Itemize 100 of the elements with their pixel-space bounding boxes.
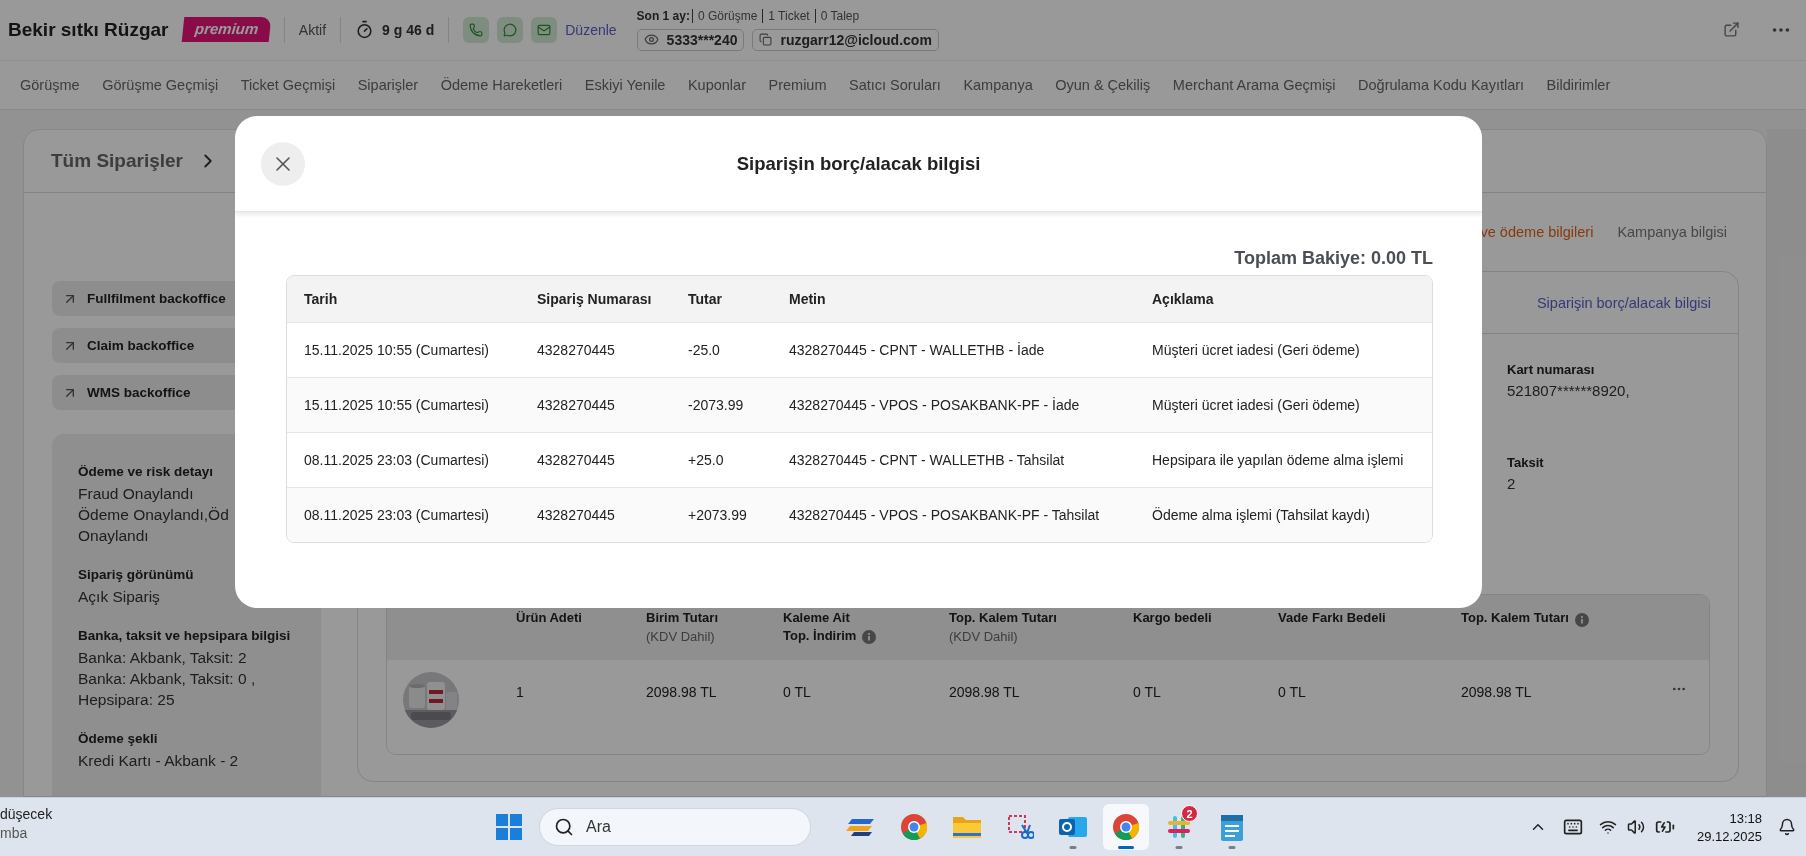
nav-tab[interactable]: Ticket Geçmişi	[240, 76, 336, 93]
search-icon	[554, 817, 574, 837]
table-cell-text: 0 TL	[1278, 683, 1307, 700]
table-cell-text: 2098.98 TL	[1461, 683, 1533, 700]
nav-tab[interactable]: Kampanya	[963, 76, 1033, 93]
search-input[interactable]: Ara	[584, 817, 784, 837]
table-cell-text: 08.11.2025 23:03 (Cumartesi)	[304, 452, 490, 468]
folder-icon	[952, 814, 982, 840]
nav-tab[interactable]: Doğrulama Kodu Kayıtları	[1358, 76, 1525, 93]
table-cell-text: Müşteri ücret iadesi (Geri ödeme)	[1152, 397, 1361, 413]
taskbar-button[interactable]	[1103, 804, 1149, 850]
running-indicator	[1118, 846, 1134, 849]
nav-tab[interactable]: Merchant Arama Geçmişi	[1172, 76, 1336, 93]
speaker-icon[interactable]	[1626, 818, 1645, 836]
table-cell-text: +2073.99	[688, 507, 748, 523]
close-button[interactable]	[261, 142, 305, 186]
detail-tab[interactable]: Kampanya bilgisi	[1617, 224, 1727, 240]
detail-value: Onaylandı	[78, 527, 150, 545]
search-field[interactable]: Ara	[539, 808, 811, 846]
email-pill[interactable]: ruzgarr12@icloud.com	[752, 28, 939, 51]
table-cell-text: 4328270445 - CPNT - WALLETHB - Tahsilat	[789, 452, 1066, 468]
detail-label: Sipariş görünümü	[78, 567, 195, 582]
table-cell-text: 4328270445 - VPOS - POSAKBANK-PF - İade	[789, 397, 1081, 413]
browser-icon	[900, 813, 928, 841]
detail-label: Ödeme ve risk detayı	[78, 464, 215, 479]
premium-badge: premium	[181, 17, 272, 43]
more-button[interactable]	[1671, 686, 1687, 692]
table-cell-text: 4328270445 - VPOS - POSAKBANK-PF - Tahsilat	[789, 507, 1101, 523]
detail-value: Açık Sipariş	[78, 588, 161, 606]
chat-icon	[503, 22, 518, 37]
detail-value: Banka: Akbank, Taksit: 0 ,	[78, 670, 257, 688]
wifi-icon[interactable]	[1598, 818, 1617, 836]
browser-icon	[1112, 813, 1140, 841]
external-link-icon[interactable]	[1723, 21, 1740, 39]
nav-tab[interactable]: Bildirimler	[1546, 76, 1611, 93]
scissors-icon	[1006, 813, 1034, 841]
call-button[interactable]	[463, 16, 490, 43]
nav-tab[interactable]: Görüşme Geçmişi	[102, 76, 219, 93]
nav-tab[interactable]: Satıcı Soruları	[849, 76, 941, 93]
column-subheader: (KDV Dahil)	[646, 628, 716, 644]
table-cell-text: 1	[516, 683, 525, 700]
stat-text: 1 Ticket	[762, 8, 815, 23]
table-cell-text: 2098.98 TL	[949, 683, 1021, 700]
clock-date[interactable]: 29.12.2025	[1696, 828, 1762, 844]
bell-icon[interactable]	[1778, 818, 1796, 836]
table-cell-text: Hepsipara ile yapılan ödeme alma işlemi	[1152, 452, 1405, 468]
detail-label: Banka, taksit ve hepsipara bilgisi	[78, 628, 292, 643]
nav-tab[interactable]: Oyun & Çekiliş	[1055, 76, 1151, 93]
message-button[interactable]	[497, 16, 524, 43]
detail-value: Hepsipara: 25	[78, 691, 176, 709]
nav-tab[interactable]: Ödeme Hareketleri	[440, 76, 563, 93]
mail-icon	[537, 22, 552, 37]
stat-text: 0 Talep	[814, 8, 865, 23]
weather-text: düşecek	[0, 806, 53, 822]
table-cell-text: Müşteri ücret iadesi (Geri ödeme)	[1152, 342, 1361, 358]
clock-time[interactable]: 13:18	[1729, 810, 1762, 826]
breadcrumb-link[interactable]: Tüm Siparişler	[51, 150, 183, 172]
table-cell-text: 4328270445	[537, 507, 616, 523]
table-cell-text: +25.0	[688, 452, 725, 468]
column-header: Top. Kalem Tutarı	[1461, 609, 1671, 627]
field-value: 2	[1507, 475, 1517, 492]
column-header: Vade Farkı Bedeli	[1278, 609, 1387, 627]
phone-pill[interactable]: 5333***240	[636, 28, 745, 51]
column-header: Metin	[789, 291, 827, 307]
edit-link[interactable]: Düzenle	[565, 21, 617, 38]
start-icon	[496, 814, 522, 840]
timer-icon	[355, 20, 375, 40]
running-indicator	[1175, 846, 1183, 849]
column-header: Birim Tutarı	[646, 609, 719, 627]
balance-link[interactable]: Siparişin borç/alacak bilgisi	[1536, 294, 1711, 311]
field-label: Kart numarası	[1507, 362, 1596, 377]
detail-value: Fraud Onaylandı	[78, 485, 195, 503]
mail-button[interactable]	[531, 16, 558, 43]
duration-text: 9 g 46 d	[382, 21, 435, 38]
nav-tab[interactable]: Siparişler	[357, 76, 419, 93]
running-indicator	[1069, 846, 1077, 849]
notepad-icon	[1219, 812, 1245, 842]
keyboard-icon[interactable]	[1562, 817, 1583, 837]
table-cell-text: -25.0	[688, 342, 721, 358]
table-cell-text: 4328270445	[537, 452, 616, 468]
column-header: Kargo bedeli	[1133, 609, 1213, 627]
table-cell-text: -2073.99	[688, 397, 745, 413]
nav-tab[interactable]: Eskiyi Yenile	[584, 76, 666, 93]
field-value: 521807******8920,	[1507, 382, 1631, 399]
status-text: Aktif	[298, 21, 327, 38]
phone-icon	[469, 22, 484, 37]
nav-tab[interactable]: Kuponlar	[687, 76, 746, 93]
field-label: Taksit	[1507, 455, 1545, 470]
nav-tab[interactable]: Premium	[768, 76, 827, 93]
eye-icon	[643, 32, 659, 48]
total-balance: Toplam Bakiye: 0.00 TL	[1234, 248, 1433, 269]
stripes-icon	[846, 817, 876, 837]
stats-label: Son 1 ay:	[636, 8, 690, 23]
nav-tab[interactable]: Görüşme	[20, 76, 80, 93]
table-cell-text: 0 TL	[783, 683, 812, 700]
column-header: Ürün Adeti	[516, 609, 583, 627]
detail-value: Kredi Kartı - Akbank - 2	[78, 752, 240, 770]
detail-value: Banka: Akbank, Taksit: 2	[78, 649, 248, 667]
notification-badge: 2	[1181, 805, 1198, 822]
taskbar-button[interactable]: 2	[1156, 804, 1202, 850]
